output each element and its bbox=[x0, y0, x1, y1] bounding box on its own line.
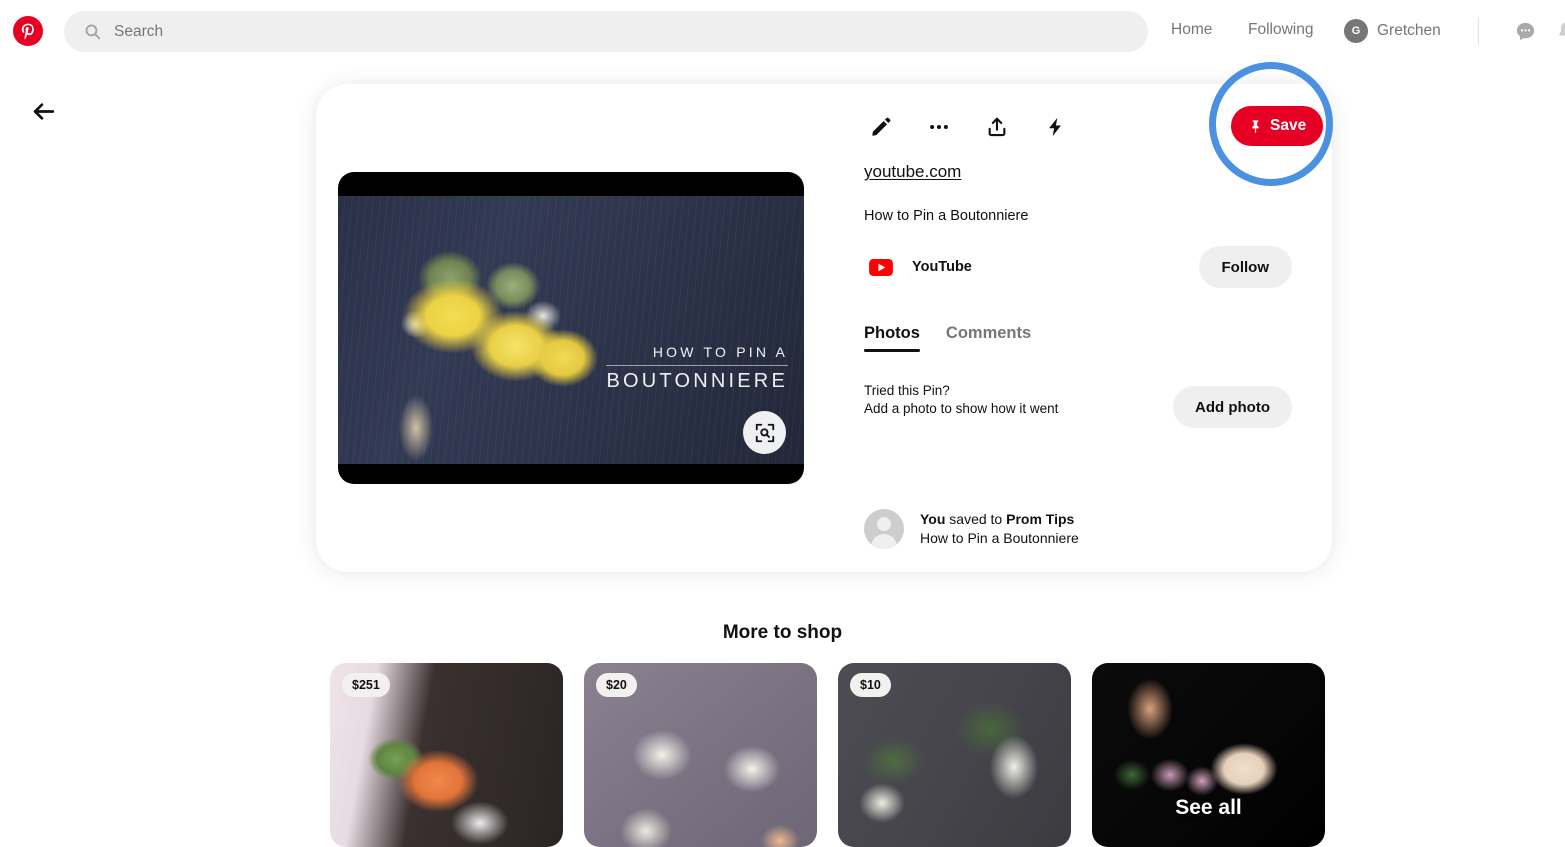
saved-pin-name: How to Pin a Boutonniere bbox=[920, 530, 1079, 546]
messages-icon bbox=[1516, 22, 1534, 40]
saved-middle-text: saved to bbox=[945, 511, 1007, 527]
visual-search-icon bbox=[755, 423, 774, 442]
pin-closeup-card: HOW TO PIN A BOUTONNIERE Save youtube.co… bbox=[316, 84, 1332, 572]
top-navigation-bar: Home Following G Gretchen bbox=[0, 0, 1565, 62]
saved-to-text: You saved to Prom Tips bbox=[920, 510, 1079, 529]
visual-search-button[interactable] bbox=[743, 411, 786, 454]
avatar: G bbox=[1344, 19, 1368, 43]
shop-card-2[interactable]: $20 bbox=[584, 663, 817, 847]
messages-button[interactable] bbox=[1510, 16, 1540, 46]
shop-card-1-price: $251 bbox=[342, 673, 390, 697]
share-icon bbox=[988, 117, 1006, 137]
search-input[interactable] bbox=[114, 22, 1074, 41]
save-button[interactable]: Save bbox=[1231, 106, 1324, 146]
search-icon bbox=[85, 24, 101, 40]
more-to-shop-carousel: $251 $20 $10 See all bbox=[330, 663, 1325, 847]
nav-following-link[interactable]: Following bbox=[1248, 21, 1313, 39]
shop-card-3-price: $10 bbox=[850, 673, 891, 697]
saved-by-user: You bbox=[920, 511, 946, 527]
pin-title: How to Pin a Boutonniere bbox=[864, 208, 1029, 224]
saved-to-row[interactable]: You saved to Prom Tips How to Pin a Bout… bbox=[864, 509, 1079, 549]
nav-home-link[interactable]: Home bbox=[1171, 21, 1212, 39]
share-button[interactable] bbox=[980, 110, 1014, 144]
promote-button[interactable] bbox=[1038, 110, 1072, 144]
account-menu[interactable]: G Gretchen bbox=[1344, 19, 1441, 43]
pencil-icon bbox=[872, 117, 891, 136]
creator-row: YouTube Follow bbox=[864, 246, 1292, 288]
add-photo-button[interactable]: Add photo bbox=[1173, 386, 1292, 428]
tab-photos[interactable]: Photos bbox=[864, 324, 920, 352]
shop-card-2-price: $20 bbox=[596, 673, 637, 697]
pushpin-icon bbox=[1252, 119, 1259, 133]
tried-this-pin-row: Tried this Pin? Add a photo to show how … bbox=[864, 382, 1292, 430]
pin-action-toolbar bbox=[864, 110, 1072, 144]
lightning-bolt-icon bbox=[1049, 117, 1061, 137]
see-all-label: See all bbox=[1175, 796, 1242, 819]
arrow-left-icon bbox=[33, 102, 54, 120]
notifications-button[interactable] bbox=[1551, 16, 1565, 46]
tab-comments[interactable]: Comments bbox=[946, 324, 1031, 352]
closeup-tabs: Photos Comments bbox=[864, 324, 1031, 352]
user-avatar bbox=[864, 509, 904, 549]
shop-card-see-all[interactable]: See all bbox=[1092, 663, 1325, 847]
header-divider bbox=[1478, 17, 1479, 45]
ellipsis-icon bbox=[930, 124, 948, 130]
follow-button[interactable]: Follow bbox=[1198, 246, 1292, 288]
pin-photo-art bbox=[338, 196, 804, 464]
youtube-icon bbox=[869, 258, 893, 276]
source-domain-link[interactable]: youtube.com bbox=[864, 162, 961, 182]
pinterest-logo-icon[interactable] bbox=[13, 16, 43, 46]
shop-card-3[interactable]: $10 bbox=[838, 663, 1071, 847]
back-button[interactable] bbox=[24, 92, 62, 130]
saved-board-name: Prom Tips bbox=[1006, 511, 1075, 527]
shop-card-1[interactable]: $251 bbox=[330, 663, 563, 847]
edit-pin-button[interactable] bbox=[864, 110, 898, 144]
creator-name[interactable]: YouTube bbox=[912, 259, 972, 275]
pin-image[interactable]: HOW TO PIN A BOUTONNIERE bbox=[338, 172, 804, 484]
more-options-button[interactable] bbox=[922, 110, 956, 144]
account-name: Gretchen bbox=[1377, 22, 1441, 39]
search-bar[interactable] bbox=[64, 11, 1148, 52]
more-to-shop-heading: More to shop bbox=[722, 622, 843, 643]
save-button-label: Save bbox=[1270, 117, 1307, 134]
creator-avatar[interactable] bbox=[864, 250, 898, 284]
bell-icon bbox=[1558, 22, 1565, 38]
